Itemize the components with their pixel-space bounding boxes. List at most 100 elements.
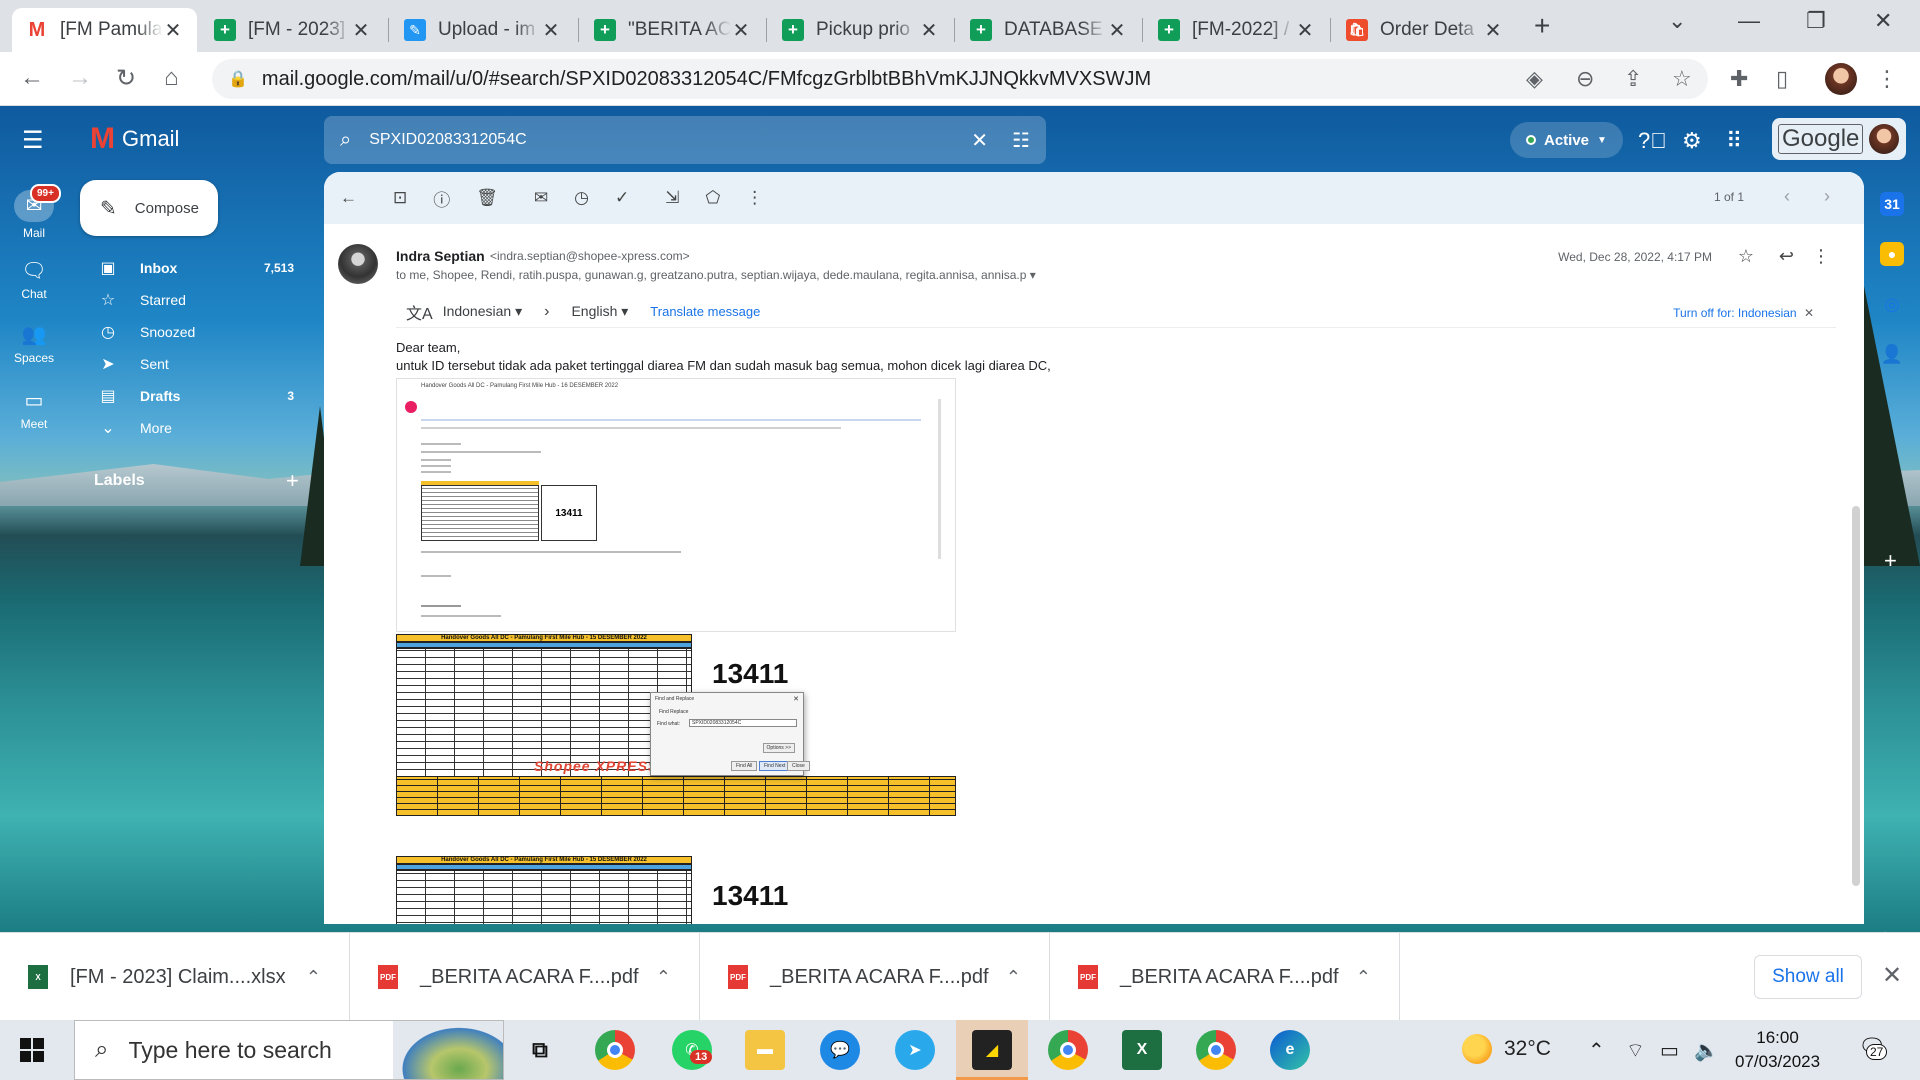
windows-start-icon[interactable] (20, 1038, 44, 1062)
rail-spaces[interactable]: 👥 Spaces (0, 322, 68, 365)
sticky-notes-icon[interactable]: ◢ (972, 1030, 1012, 1070)
rail-meet[interactable]: ▭ Meet (0, 388, 68, 431)
close-downloads-icon[interactable]: ✕ (1882, 961, 1902, 990)
recipients-line[interactable]: to me, Shopee, Rendi, ratih.puspa, gunaw… (396, 268, 1036, 282)
reload-icon[interactable]: ↻ (116, 64, 136, 93)
chevron-up-icon[interactable]: ⌃ (306, 967, 321, 988)
apps-grid-icon[interactable]: ⠿ (1726, 128, 1742, 154)
show-all-downloads-button[interactable]: Show all (1754, 955, 1862, 999)
mark-unread-icon[interactable]: ✉ (534, 188, 548, 208)
close-icon[interactable]: ✕ (1107, 18, 1127, 43)
download-item[interactable]: PDF _BERITA ACARA F....pdf ⌃ (350, 933, 700, 1021)
keep-icon[interactable]: ● (1880, 242, 1904, 266)
search-bar[interactable]: ⌕ SPXID02083312054C ✕ ☷ (324, 116, 1046, 164)
rail-chat[interactable]: 🗨 Chat (0, 258, 68, 301)
archive-icon[interactable]: ⊡ (393, 188, 407, 208)
system-clock[interactable]: 16:00 07/03/2023 (1735, 1026, 1820, 1074)
excel-icon[interactable]: X (1122, 1030, 1162, 1070)
next-page-icon[interactable]: › (1824, 186, 1830, 207)
profile-avatar[interactable] (1825, 63, 1857, 95)
volume-icon[interactable]: 🔈 (1694, 1038, 1719, 1063)
extension-diamond-icon[interactable]: ◈ (1526, 66, 1543, 92)
help-icon[interactable]: ?⃝ (1638, 128, 1667, 154)
close-icon[interactable]: ✕ (1295, 18, 1315, 43)
home-icon[interactable]: ⌂ (164, 64, 179, 92)
move-to-icon[interactable]: ⇲ (665, 188, 679, 208)
chevron-up-icon[interactable]: ⌃ (1356, 967, 1371, 988)
edge-icon[interactable]: e (1270, 1030, 1310, 1070)
chrome-icon[interactable] (595, 1030, 635, 1070)
nav-inbox[interactable]: ▣ Inbox 7,513 (80, 252, 302, 284)
search-icon[interactable]: ⌕ (340, 129, 351, 152)
compose-button[interactable]: ✎ Compose (80, 180, 218, 236)
label-icon[interactable]: ⬠ (705, 188, 720, 208)
star-message-icon[interactable]: ☆ (1738, 246, 1754, 267)
translate-message-link[interactable]: Translate message (650, 304, 760, 319)
minimize-icon[interactable]: — (1738, 8, 1760, 34)
tab-upload[interactable]: ✎ Upload - im ✕ (390, 8, 575, 52)
share-icon[interactable]: ⇪ (1624, 66, 1642, 92)
bookmark-star-icon[interactable]: ☆ (1672, 66, 1692, 92)
file-explorer-icon[interactable]: ▬ (745, 1030, 785, 1070)
extensions-puzzle-icon[interactable]: ✚ (1730, 66, 1748, 92)
clear-search-icon[interactable]: ✕ (971, 128, 988, 153)
forward-icon[interactable]: → (68, 64, 92, 92)
chevron-up-icon[interactable]: ⌃ (1006, 967, 1021, 988)
search-options-icon[interactable]: ☷ (1012, 128, 1030, 153)
close-icon[interactable]: ✕ (919, 18, 939, 43)
battery-icon[interactable]: ▭ (1660, 1038, 1679, 1063)
main-menu-icon[interactable]: ☰ (22, 126, 44, 155)
address-bar[interactable]: 🔒 mail.google.com/mail/u/0/#search/SPXID… (212, 59, 1708, 99)
status-button[interactable]: Active ▼ (1510, 122, 1623, 158)
get-addons-icon[interactable]: + (1884, 548, 1897, 574)
close-icon[interactable]: ✕ (351, 18, 371, 43)
recipients-expand-icon[interactable]: ▾ (1030, 268, 1036, 282)
download-item[interactable]: X [FM - 2023] Claim....xlsx ⌃ (0, 933, 350, 1021)
gmail-logo[interactable]: M Gmail (90, 122, 179, 156)
tab-search-icon[interactable]: ⌄ (1668, 8, 1686, 34)
tab-fm-2023[interactable]: + [FM - 2023] ✕ (200, 8, 385, 52)
close-icon[interactable]: ✕ (1483, 18, 1503, 43)
report-spam-icon[interactable]: ⓘ (433, 186, 450, 211)
nav-sent[interactable]: ➤ Sent (80, 348, 302, 380)
search-input[interactable]: SPXID02083312054C (369, 131, 947, 149)
embedded-image-1[interactable]: Handover Goods All DC - Pamulang First M… (396, 378, 956, 632)
delete-icon[interactable]: 🗑 (476, 188, 498, 208)
sender-name[interactable]: Indra Septian (396, 248, 485, 264)
telegram-icon[interactable]: ➤ (895, 1030, 935, 1070)
nav-starred[interactable]: ☆ Starred (80, 284, 302, 316)
messenger-icon[interactable]: 💬 (820, 1030, 860, 1070)
close-icon[interactable]: ✕ (163, 18, 183, 43)
add-task-icon[interactable]: ✓ (615, 188, 629, 208)
turn-off-translation-link[interactable]: Turn off for: Indonesian ✕ (1673, 306, 1814, 320)
tab-gmail[interactable]: M [FM Pamula ✕ (12, 8, 197, 52)
contacts-icon[interactable]: 👤 (1880, 342, 1904, 366)
tab-berita-acara[interactable]: + "BERITA AC ✕ (580, 8, 765, 52)
tab-fm-2022[interactable]: + [FM-2022] / ✕ (1144, 8, 1329, 52)
target-language-select[interactable]: English ▾ (571, 303, 628, 320)
download-item[interactable]: PDF _BERITA ACARA F....pdf ⌃ (700, 933, 1050, 1021)
new-tab-button[interactable]: + (1534, 10, 1550, 42)
tab-database[interactable]: + DATABASE ✕ (956, 8, 1141, 52)
close-icon[interactable]: ✕ (731, 18, 751, 43)
more-vert-icon[interactable]: ⋮ (746, 188, 763, 208)
add-label-icon[interactable]: + (286, 468, 299, 494)
settings-gear-icon[interactable]: ⚙ (1682, 128, 1702, 154)
notification-center-icon[interactable]: 🗨 27 (1858, 1034, 1890, 1066)
reply-icon[interactable]: ↩ (1779, 246, 1794, 267)
restore-icon[interactable]: ❐ (1806, 8, 1826, 34)
back-arrow-icon[interactable]: ← (340, 188, 357, 208)
tab-order-detail[interactable]: 🛍 Order Deta ✕ (1332, 8, 1517, 52)
window-close-icon[interactable]: ✕ (1874, 8, 1892, 34)
tab-pickup-prio[interactable]: + Pickup prio ✕ (768, 8, 953, 52)
tray-chevron-icon[interactable]: ⌃ (1588, 1038, 1605, 1063)
source-language-select[interactable]: Indonesian ▾ (443, 303, 522, 320)
wifi-icon[interactable]: ⌔ (1626, 1038, 1645, 1063)
taskbar-search[interactable]: ⌕ Type here to search (74, 1020, 504, 1080)
message-scrollbar[interactable] (1852, 506, 1860, 886)
back-icon[interactable]: ← (20, 64, 44, 92)
chrome-menu-icon[interactable]: ⋮ (1876, 66, 1898, 92)
chevron-up-icon[interactable]: ⌃ (656, 967, 671, 988)
snooze-icon[interactable]: ◷ (574, 188, 589, 208)
download-item[interactable]: PDF _BERITA ACARA F....pdf ⌃ (1050, 933, 1400, 1021)
